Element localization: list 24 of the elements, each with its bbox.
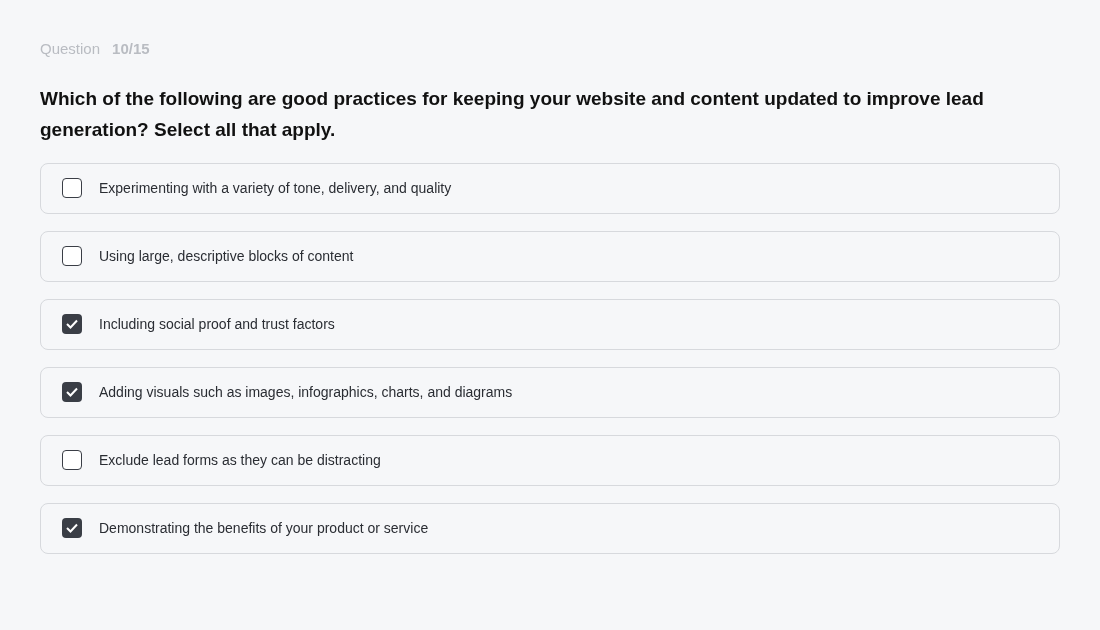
answer-option[interactable]: Demonstrating the benefits of your product or service — [40, 502, 1060, 554]
checkbox[interactable] — [62, 246, 82, 266]
option-label: Demonstrating the benefits of your product or service — [99, 518, 429, 538]
question-label: Question — [40, 39, 101, 59]
checkbox[interactable] — [62, 450, 82, 470]
answer-option[interactable]: Including social proof and trust factors — [40, 298, 1060, 350]
checkbox[interactable] — [62, 314, 82, 334]
checkbox[interactable] — [62, 178, 82, 198]
question-counter: 10/15 — [112, 39, 150, 59]
option-label: Including social proof and trust factors — [99, 314, 335, 334]
checkbox[interactable] — [62, 382, 82, 402]
option-label: Adding visuals such as images, infographics, charts, and diagrams — [99, 382, 513, 402]
option-label: Exclude lead forms as they can be distracting — [99, 450, 381, 470]
checkbox[interactable] — [62, 518, 82, 538]
checkmark-icon — [66, 319, 78, 329]
option-label: Using large, descriptive blocks of content — [99, 246, 354, 266]
answer-option[interactable]: Using large, descriptive blocks of content — [40, 230, 1060, 282]
answer-option[interactable]: Adding visuals such as images, infographics, charts, and diagrams — [40, 366, 1060, 418]
answer-option[interactable]: Experimenting with a variety of tone, delivery, and quality — [40, 162, 1060, 214]
question-text: Which of the following are good practices for keeping your website and content updated to improve lead generation? Select all that apply. — [40, 86, 985, 142]
checkmark-icon — [66, 387, 78, 397]
checkmark-icon — [66, 523, 78, 533]
answer-option[interactable]: Exclude lead forms as they can be distracting — [40, 434, 1060, 486]
option-label: Experimenting with a variety of tone, delivery, and quality — [99, 178, 452, 198]
